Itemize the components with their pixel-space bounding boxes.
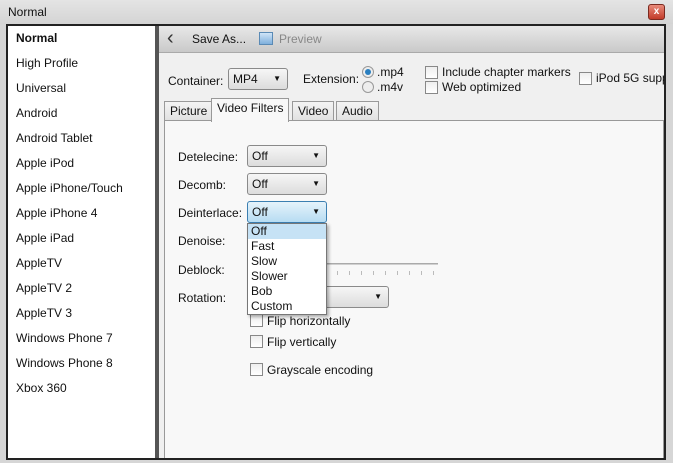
grayscale-checkbox[interactable] xyxy=(250,363,263,376)
tab-video-filters[interactable]: Video Filters xyxy=(211,98,290,122)
web-optimized-label: Web optimized xyxy=(442,80,522,94)
preset-item[interactable]: Windows Phone 7 xyxy=(8,326,155,351)
chevron-down-icon: ▼ xyxy=(374,292,382,301)
deblock-label: Deblock: xyxy=(178,263,225,277)
close-button[interactable]: x xyxy=(648,4,665,20)
detelecine-value: Off xyxy=(252,149,268,163)
dropdown-option[interactable]: Custom xyxy=(248,299,326,314)
preset-item[interactable]: Apple iPod xyxy=(8,151,155,176)
container-label: Container: xyxy=(168,74,224,88)
deblock-slider-ticks xyxy=(337,271,437,275)
deinterlace-value: Off xyxy=(252,205,268,219)
preset-item[interactable]: AppleTV 2 xyxy=(8,276,155,301)
preset-item[interactable]: AppleTV 3 xyxy=(8,301,155,326)
grayscale-label: Grayscale encoding xyxy=(267,363,374,377)
dropdown-option[interactable]: Slower xyxy=(248,269,326,284)
mp4-label: .mp4 xyxy=(377,65,404,79)
flip-horizontal-label: Flip horizontally xyxy=(267,314,351,328)
deinterlace-select[interactable]: Off ▼ xyxy=(247,201,327,223)
preview-button[interactable]: Preview xyxy=(279,32,322,46)
preset-item[interactable]: Apple iPhone 4 xyxy=(8,201,155,226)
tab-picture[interactable]: Picture xyxy=(164,101,214,121)
window-frame: Normal High Profile Universal Android An… xyxy=(6,24,666,460)
preset-item[interactable]: Android Tablet xyxy=(8,126,155,151)
chapter-markers-checkbox[interactable] xyxy=(425,66,438,79)
decomb-label: Decomb: xyxy=(178,178,227,192)
dropdown-option[interactable]: Bob xyxy=(248,284,326,299)
deblock-slider[interactable] xyxy=(327,263,438,265)
preview-icon xyxy=(259,32,273,45)
chevron-down-icon: ▼ xyxy=(312,151,320,160)
preset-item[interactable]: Apple iPad xyxy=(8,226,155,251)
tab-video[interactable]: Video xyxy=(292,101,335,121)
container-value: MP4 xyxy=(233,72,258,86)
preset-item[interactable]: Apple iPhone/Touch xyxy=(8,176,155,201)
preset-item[interactable]: Xbox 360 xyxy=(8,376,155,401)
flip-horizontal-checkbox[interactable] xyxy=(250,314,263,327)
ipod-checkbox[interactable] xyxy=(579,72,592,85)
chapter-markers-label: Include chapter markers xyxy=(442,65,571,79)
dropdown-option[interactable]: Off xyxy=(248,224,326,239)
save-as-button[interactable]: Save As... xyxy=(192,32,246,46)
detelecine-label: Detelecine: xyxy=(178,150,239,164)
ipod-label: iPod 5G supp xyxy=(596,71,664,85)
decomb-value: Off xyxy=(252,177,268,191)
deinterlace-dropdown-list: Off Fast Slow Slower Bob Custom xyxy=(247,223,327,315)
flip-vertical-label: Flip vertically xyxy=(267,335,337,349)
back-icon[interactable]: ‹ xyxy=(167,27,174,50)
preset-item[interactable]: Android xyxy=(8,101,155,126)
flip-vertical-checkbox[interactable] xyxy=(250,335,263,348)
dropdown-option[interactable]: Fast xyxy=(248,239,326,254)
window-title: Normal xyxy=(8,5,47,19)
preset-item[interactable]: Universal xyxy=(8,76,155,101)
denoise-label: Denoise: xyxy=(178,234,226,248)
video-filters-panel xyxy=(164,120,664,458)
settings-pane: ‹ Save As... Preview Container: MP4 ▼ Ext… xyxy=(159,26,664,458)
toolbar: ‹ Save As... Preview xyxy=(159,26,664,53)
detelecine-select[interactable]: Off ▼ xyxy=(247,145,327,167)
m4v-radio[interactable] xyxy=(362,81,374,93)
extension-label: Extension: xyxy=(303,72,360,86)
chevron-down-icon: ▼ xyxy=(273,74,281,83)
m4v-label: .m4v xyxy=(377,80,404,94)
decomb-select[interactable]: Off ▼ xyxy=(247,173,327,195)
preset-item[interactable]: Windows Phone 8 xyxy=(8,351,155,376)
preset-sidebar: Normal High Profile Universal Android An… xyxy=(8,26,155,458)
chevron-down-icon: ▼ xyxy=(312,179,320,188)
chevron-down-icon: ▼ xyxy=(312,207,320,216)
dropdown-option[interactable]: Slow xyxy=(248,254,326,269)
title-bar: Normal x xyxy=(0,0,673,24)
deinterlace-label: Deinterlace: xyxy=(178,206,243,220)
preset-item[interactable]: AppleTV xyxy=(8,251,155,276)
preset-item[interactable]: High Profile xyxy=(8,51,155,76)
web-optimized-checkbox[interactable] xyxy=(425,81,438,94)
container-select[interactable]: MP4 ▼ xyxy=(228,68,288,90)
mp4-radio[interactable] xyxy=(362,66,374,78)
rotation-label: Rotation: xyxy=(178,291,227,305)
preset-item[interactable]: Normal xyxy=(8,26,155,51)
tab-audio[interactable]: Audio xyxy=(336,101,379,121)
